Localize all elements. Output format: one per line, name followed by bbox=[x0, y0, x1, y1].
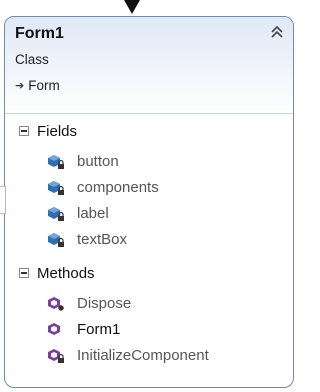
field-item[interactable]: button bbox=[5, 149, 293, 174]
base-class-row: ➔ Form bbox=[15, 78, 60, 93]
field-name: label bbox=[77, 205, 109, 222]
collapse-minus-icon[interactable] bbox=[19, 126, 29, 136]
methods-section-label: Methods bbox=[37, 264, 95, 282]
double-chevron-up-icon[interactable] bbox=[269, 24, 285, 40]
class-stereotype: Class bbox=[15, 52, 49, 67]
public-method-icon bbox=[47, 322, 65, 338]
fields-section-label: Fields bbox=[37, 122, 78, 140]
method-item[interactable]: InitializeComponent bbox=[5, 343, 293, 368]
protected-method-icon bbox=[47, 296, 65, 312]
collapse-minus-icon[interactable] bbox=[19, 268, 29, 278]
inheritance-arrow-head bbox=[124, 0, 140, 14]
field-name: button bbox=[77, 153, 119, 170]
class-header[interactable]: Form1 Class ➔ Form bbox=[5, 17, 293, 114]
field-name: components bbox=[77, 179, 159, 196]
inherit-arrow-icon: ➔ bbox=[15, 80, 25, 92]
method-name: Form1 bbox=[77, 321, 121, 338]
fields-section-header[interactable]: Fields bbox=[5, 117, 293, 145]
field-item[interactable]: components bbox=[5, 175, 293, 200]
private-field-icon bbox=[47, 154, 65, 170]
class-shape[interactable]: Form1 Class ➔ Form Fields button compone… bbox=[4, 16, 294, 388]
private-field-icon bbox=[47, 180, 65, 196]
private-method-icon bbox=[47, 348, 65, 364]
connection-handle[interactable] bbox=[0, 186, 6, 214]
field-item[interactable]: textBox bbox=[5, 227, 293, 252]
method-item[interactable]: Form1 bbox=[5, 317, 293, 342]
private-field-icon bbox=[47, 232, 65, 248]
method-name: Dispose bbox=[77, 295, 132, 312]
field-item[interactable]: label bbox=[5, 201, 293, 226]
methods-section-header[interactable]: Methods bbox=[5, 259, 293, 287]
field-name: textBox bbox=[77, 231, 128, 248]
class-name[interactable]: Form1 bbox=[15, 25, 64, 43]
method-item[interactable]: Dispose bbox=[5, 291, 293, 316]
base-class-name: Form bbox=[28, 78, 60, 93]
private-field-icon bbox=[47, 206, 65, 222]
method-name: InitializeComponent bbox=[77, 347, 209, 364]
